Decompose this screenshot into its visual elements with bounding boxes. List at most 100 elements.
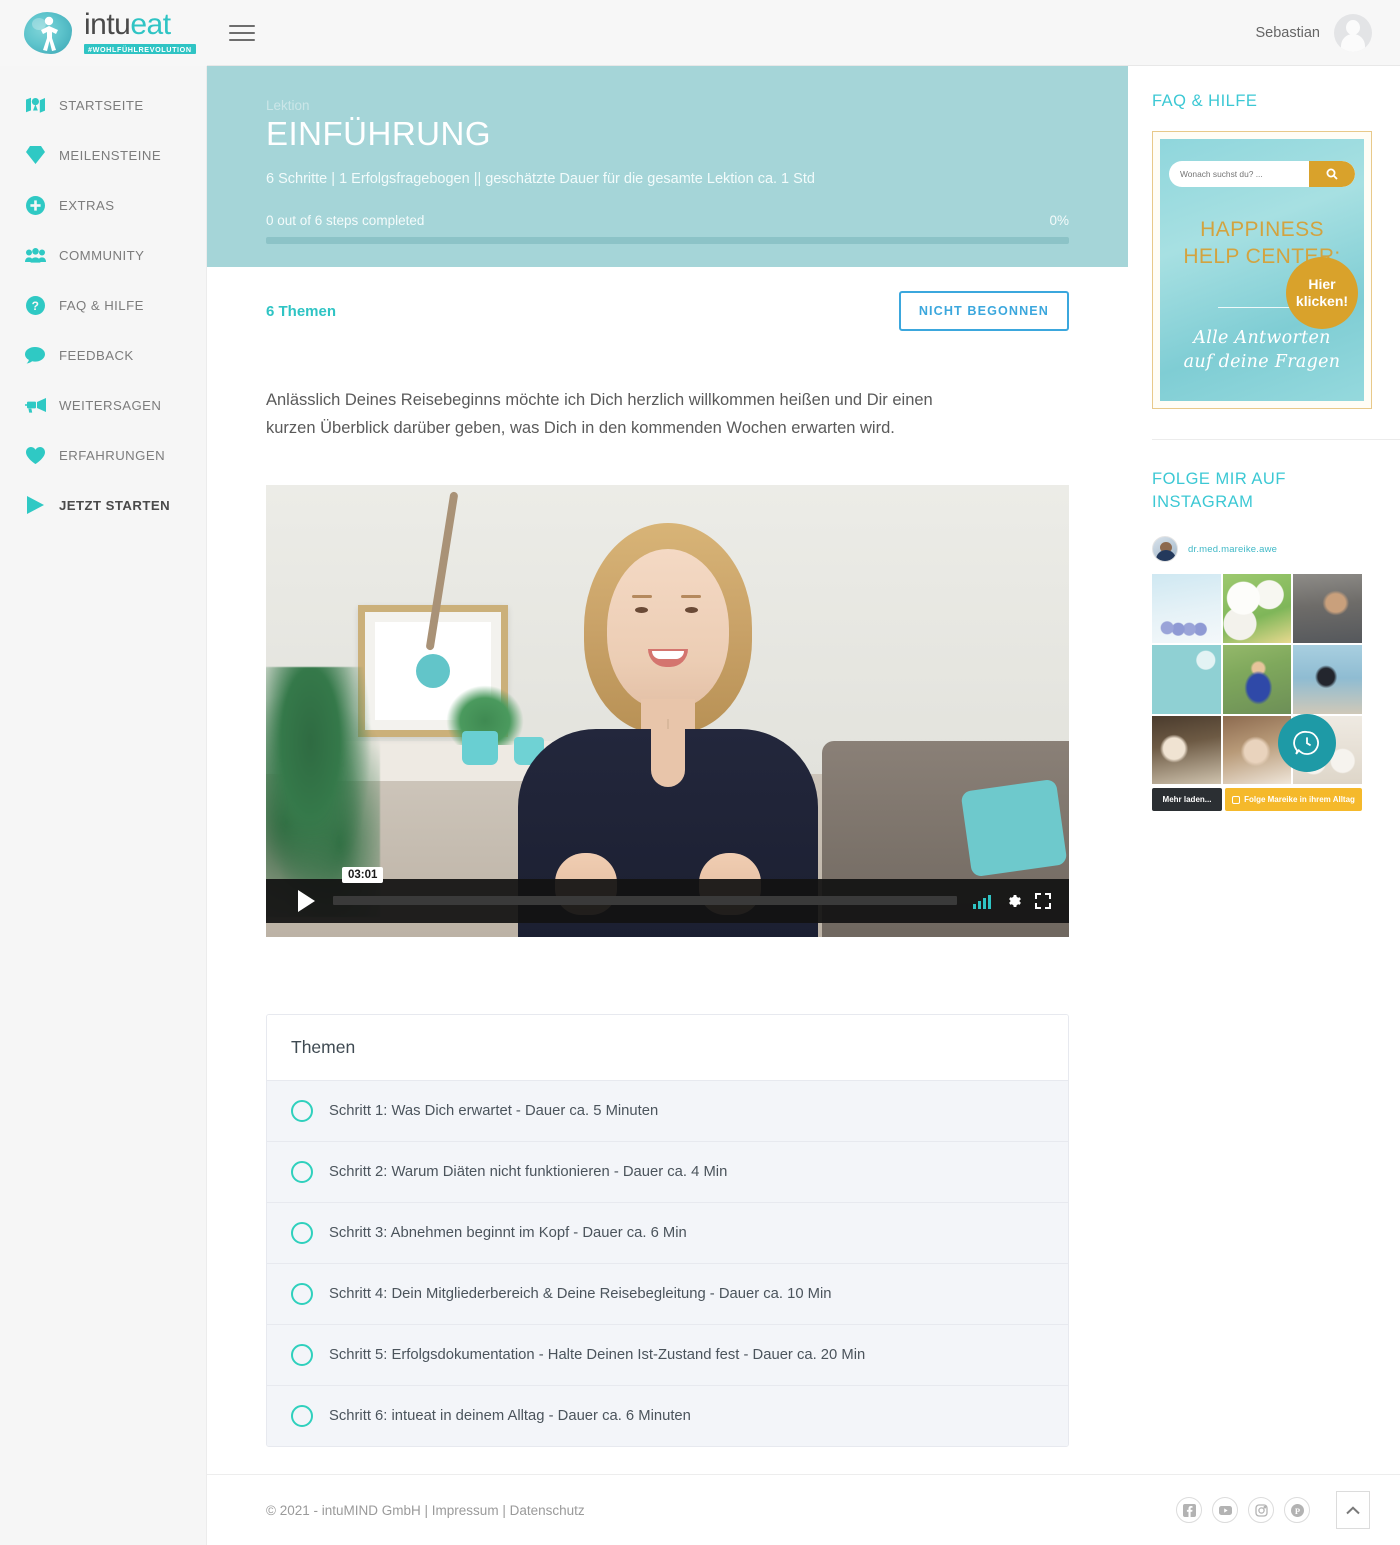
video-duration-label: 03:01 bbox=[342, 866, 384, 883]
footer: © 2021 - intuMIND GmbH | Impressum | Dat… bbox=[207, 1474, 1400, 1545]
brand-logo[interactable]: intueat #WOHLFÜHLREVOLUTION bbox=[0, 0, 207, 66]
youtube-icon[interactable] bbox=[1212, 1497, 1238, 1523]
sidebar-item-label: COMMUNITY bbox=[59, 247, 145, 263]
follow-button[interactable]: Folge Mareike in ihrem Alltag bbox=[1225, 788, 1362, 812]
instagram-title-line1: FOLGE MIR AUF bbox=[1152, 470, 1286, 489]
topic-row[interactable]: Schritt 1: Was Dich erwartet - Dauer ca.… bbox=[267, 1080, 1068, 1142]
sidebar-divider bbox=[1152, 439, 1400, 441]
topics-panel: Themen Schritt 1: Was Dich erwartet - Da… bbox=[266, 1013, 1069, 1447]
logo-text-primary: intu bbox=[84, 7, 131, 41]
help-center-promo-card[interactable]: HAPPINESS HELP CENTER: Alle Antworten au… bbox=[1152, 131, 1372, 410]
topics-panel-heading: Themen bbox=[267, 1014, 1068, 1081]
footer-link-datenschutz[interactable]: Datenschutz bbox=[510, 1503, 585, 1518]
clock-chat-icon[interactable] bbox=[1278, 714, 1336, 773]
top-bar: intueat #WOHLFÜHLREVOLUTION Sebastian bbox=[0, 0, 1400, 66]
instagram-post[interactable] bbox=[1293, 574, 1362, 643]
sidebar-item-label: WEITERSAGEN bbox=[59, 397, 162, 413]
progress-percent-label: 0% bbox=[1049, 213, 1069, 228]
topic-label: Schritt 3: Abnehmen beginnt im Kopf - Da… bbox=[329, 1224, 687, 1241]
instagram-actions: Mehr laden... Folge Mareike in ihrem All… bbox=[1152, 788, 1362, 812]
lesson-meta-row: 6 Themen NICHT BEGONNEN bbox=[207, 267, 1128, 331]
video-player[interactable]: 03:01 bbox=[266, 484, 1069, 937]
person-glyph-icon bbox=[41, 16, 58, 51]
search-input[interactable] bbox=[1169, 169, 1309, 180]
instagram-post[interactable] bbox=[1152, 574, 1221, 643]
sidebar-item-erfahrungen[interactable]: ERFAHRUNGEN bbox=[0, 430, 206, 480]
sidebar-item-label: ERFAHRUNGEN bbox=[59, 447, 166, 463]
promo-subtext-line2: auf deine Fragen bbox=[1183, 351, 1341, 372]
sidebar-item-label: EXTRAS bbox=[59, 197, 115, 213]
play-icon[interactable] bbox=[298, 889, 315, 912]
hero-subtitle: 6 Schritte | 1 Erfolgsfragebogen || gesc… bbox=[266, 171, 815, 187]
status-badge[interactable]: NICHT BEGONNEN bbox=[898, 291, 1069, 331]
progress-bar bbox=[266, 237, 1069, 244]
promo-subtext-line1: Alle Antworten bbox=[1193, 328, 1331, 349]
instagram-post[interactable] bbox=[1222, 644, 1292, 714]
topic-row[interactable]: Schritt 2: Warum Diäten nicht funktionie… bbox=[267, 1141, 1068, 1203]
user-name-label: Sebastian bbox=[1255, 24, 1321, 41]
volume-bars-icon[interactable] bbox=[973, 893, 991, 909]
topic-label: Schritt 6: intueat in deinem Alltag - Da… bbox=[329, 1407, 691, 1424]
svg-text:P: P bbox=[1294, 1506, 1299, 1516]
topic-label: Schritt 5: Erfolgsdokumentation - Halte … bbox=[329, 1346, 866, 1363]
sidebar-item-meilensteine[interactable]: MEILENSTEINE bbox=[0, 130, 206, 180]
video-subject bbox=[503, 522, 833, 937]
avatar[interactable] bbox=[1334, 13, 1372, 52]
badge-line1: Hier bbox=[1308, 276, 1336, 293]
video-progress-bar[interactable] bbox=[333, 896, 957, 906]
bullhorn-icon bbox=[24, 394, 46, 416]
user-area[interactable]: Sebastian bbox=[1255, 13, 1372, 52]
hier-klicken-badge[interactable]: Hier klicken! bbox=[1286, 257, 1358, 330]
sidebar-item-label: JETZT STARTEN bbox=[59, 497, 171, 513]
circle-status-icon bbox=[291, 1343, 313, 1366]
instagram-icon bbox=[1232, 795, 1241, 804]
load-more-button[interactable]: Mehr laden... bbox=[1152, 788, 1222, 812]
topics-count-label: 6 Themen bbox=[266, 302, 337, 320]
instagram-handle: dr.med.mareike.awe bbox=[1188, 543, 1278, 555]
sidebar-item-community[interactable]: COMMUNITY bbox=[0, 230, 206, 280]
instagram-post[interactable] bbox=[1222, 574, 1292, 643]
instagram-account[interactable]: dr.med.mareike.awe bbox=[1152, 536, 1400, 563]
progress-text: 0 out of 6 steps completed bbox=[266, 213, 425, 228]
sidebar-item-weitersagen[interactable]: WEITERSAGEN bbox=[0, 380, 206, 430]
comment-icon bbox=[24, 344, 46, 366]
topic-row[interactable]: Schritt 6: intueat in deinem Alltag - Da… bbox=[267, 1385, 1068, 1446]
intro-paragraph: Anlässlich Deines Reisebeginns möchte ic… bbox=[266, 391, 933, 438]
gear-icon[interactable] bbox=[1005, 893, 1021, 909]
search-icon[interactable] bbox=[1309, 161, 1355, 188]
instagram-icon[interactable] bbox=[1248, 1497, 1274, 1523]
sidebar-item-faq[interactable]: ? FAQ & HILFE bbox=[0, 280, 206, 330]
question-circle-icon: ? bbox=[24, 294, 46, 316]
instagram-post[interactable] bbox=[1293, 644, 1362, 714]
sidebar-item-feedback[interactable]: FEEDBACK bbox=[0, 330, 206, 380]
circle-status-icon bbox=[291, 1099, 313, 1122]
topic-row[interactable]: Schritt 5: Erfolgsdokumentation - Halte … bbox=[267, 1324, 1068, 1386]
instagram-post[interactable] bbox=[1152, 644, 1221, 714]
users-icon bbox=[24, 244, 46, 266]
hamburger-menu-icon[interactable] bbox=[229, 22, 255, 44]
logo-tagline: #WOHLFÜHLREVOLUTION bbox=[84, 44, 196, 55]
sidebar-item-label: FEEDBACK bbox=[59, 347, 134, 363]
video-controls[interactable]: 03:01 bbox=[266, 866, 1069, 923]
svg-text:?: ? bbox=[31, 299, 39, 313]
topic-row[interactable]: Schritt 3: Abnehmen beginnt im Kopf - Da… bbox=[267, 1202, 1068, 1264]
chevron-up-icon[interactable] bbox=[1336, 1491, 1370, 1529]
pinterest-icon[interactable]: P bbox=[1284, 1497, 1310, 1523]
footer-link-impressum[interactable]: Impressum bbox=[432, 1503, 499, 1518]
instagram-post[interactable] bbox=[1152, 715, 1221, 785]
sidebar-item-startseite[interactable]: STARTSEITE bbox=[0, 80, 206, 130]
topic-row[interactable]: Schritt 4: Dein Mitgliederbereich & Dein… bbox=[267, 1263, 1068, 1325]
footer-separator: | bbox=[424, 1502, 429, 1518]
sidebar-item-extras[interactable]: EXTRAS bbox=[0, 180, 206, 230]
topic-label: Schritt 1: Was Dich erwartet - Dauer ca.… bbox=[329, 1102, 659, 1119]
lesson-hero: Lektion EINFÜHRUNG 6 Schritte | 1 Erfolg… bbox=[207, 66, 1128, 267]
footer-copyright: © 2021 - intuMIND GmbH | Impressum | Dat… bbox=[266, 1503, 585, 1518]
help-search-bar[interactable] bbox=[1169, 161, 1355, 188]
page-title: EINFÜHRUNG bbox=[266, 115, 491, 152]
facebook-icon[interactable] bbox=[1176, 1497, 1202, 1523]
fullscreen-icon[interactable] bbox=[1035, 892, 1051, 909]
copyright-text: © 2021 - intuMIND GmbH bbox=[266, 1502, 421, 1518]
instagram-avatar bbox=[1152, 536, 1178, 563]
sidebar-item-label: FAQ & HILFE bbox=[59, 297, 144, 313]
sidebar-item-jetzt-starten[interactable]: JETZT STARTEN bbox=[0, 480, 206, 530]
